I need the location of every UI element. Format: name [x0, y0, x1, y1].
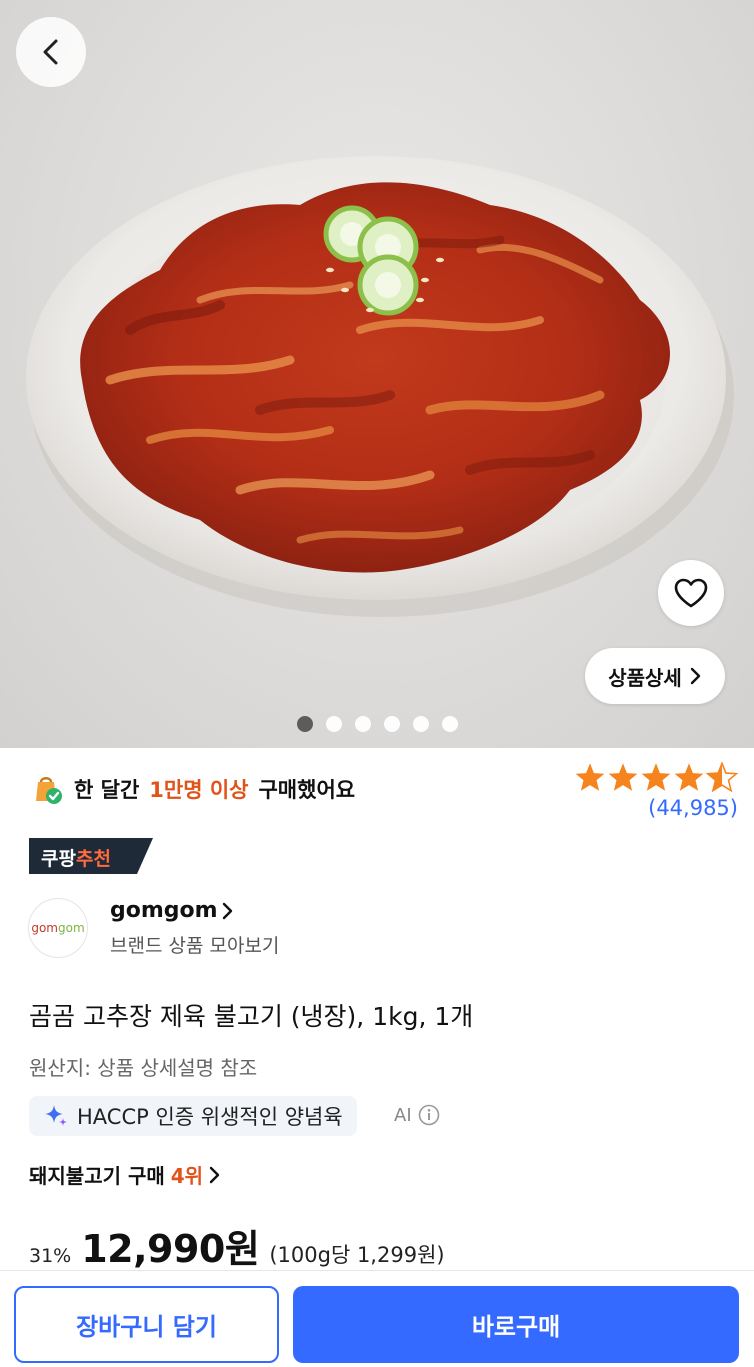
product-photo [26, 156, 734, 617]
purchase-stat-suffix: 구매했어요 [258, 778, 356, 802]
product-origin: 원산지: 상품 상세설명 참조 [29, 1056, 258, 1080]
price-row: 31% 12,990원 (100g당 1,299원) [29, 1218, 445, 1273]
info-icon [418, 1104, 439, 1126]
brand-row[interactable]: gom gom gomgom 브랜드 상품 모아보기 [28, 898, 279, 958]
wishlist-button[interactable] [658, 560, 724, 626]
ai-summary-text: HACCP 인증 위생적인 양념육 [77, 1105, 343, 1129]
bottom-action-bar: 장바구니 담기 바로구매 [0, 1270, 754, 1367]
star-icon [575, 763, 605, 791]
chevron-right-icon [690, 667, 700, 685]
chevron-right-icon [222, 902, 232, 919]
product-detail-button[interactable]: 상품상세 [585, 648, 725, 704]
review-count[interactable]: (44,985) [574, 796, 738, 820]
add-to-cart-button[interactable]: 장바구니 담기 [14, 1286, 279, 1363]
ai-summary-pill: HACCP 인증 위생적인 양념육 [29, 1096, 357, 1136]
brand-name-link[interactable]: gomgom [110, 898, 279, 923]
chevron-right-icon [209, 1166, 220, 1183]
carousel-dot[interactable] [412, 716, 429, 732]
brand-name: gomgom [110, 898, 218, 923]
sale-price: 12,990원 [81, 1227, 260, 1271]
ranking-category: 돼지불고기 구매 [29, 1164, 165, 1188]
carousel-indicator [0, 716, 754, 732]
brand-products-link[interactable]: 브랜드 상품 모아보기 [110, 931, 279, 958]
purchase-stat-highlight: 1만명 이상 [149, 778, 249, 802]
shopping-bag-check-icon [36, 777, 62, 804]
star-icon [641, 763, 671, 791]
category-ranking-link[interactable]: 돼지불고기 구매 4위 [29, 1160, 221, 1189]
rating[interactable]: (44,985) [574, 762, 738, 820]
buy-now-button[interactable]: 바로구매 [293, 1286, 739, 1363]
carousel-dot[interactable] [325, 716, 342, 732]
purchase-stat-prefix: 한 달간 [74, 778, 140, 802]
sparkle-icon [45, 1105, 67, 1126]
discount-rate: 31% [29, 1245, 72, 1267]
star-icon [608, 763, 638, 791]
star-rating [574, 762, 738, 792]
product-detail-label: 상품상세 [608, 665, 682, 690]
back-button[interactable] [16, 17, 86, 87]
carousel-dot[interactable] [354, 716, 371, 732]
product-title: 곰곰 고추장 제육 불고기 (냉장), 1kg, 1개 [29, 1002, 474, 1031]
star-icon [674, 763, 704, 791]
carousel-dot[interactable] [441, 716, 458, 732]
heart-icon [674, 578, 708, 608]
half-star-icon [706, 762, 738, 792]
recommend-badge: 쿠팡추천 [29, 838, 153, 874]
brand-logo: gom gom [28, 898, 88, 958]
recommend-badge-accent: 추천 [75, 848, 111, 870]
ai-label[interactable]: AI [394, 1104, 440, 1126]
unit-price: (100g당 1,299원) [269, 1243, 445, 1267]
product-image-carousel[interactable]: 상품상세 [0, 0, 754, 748]
back-arrow-icon [43, 39, 58, 65]
carousel-dot[interactable] [296, 716, 313, 732]
carousel-dot[interactable] [383, 716, 400, 732]
recommend-badge-brand: 쿠팡 [41, 848, 76, 870]
purchase-stat: 한 달간 1만명 이상 구매했어요 [30, 772, 355, 806]
ranking-number: 4위 [170, 1164, 204, 1188]
